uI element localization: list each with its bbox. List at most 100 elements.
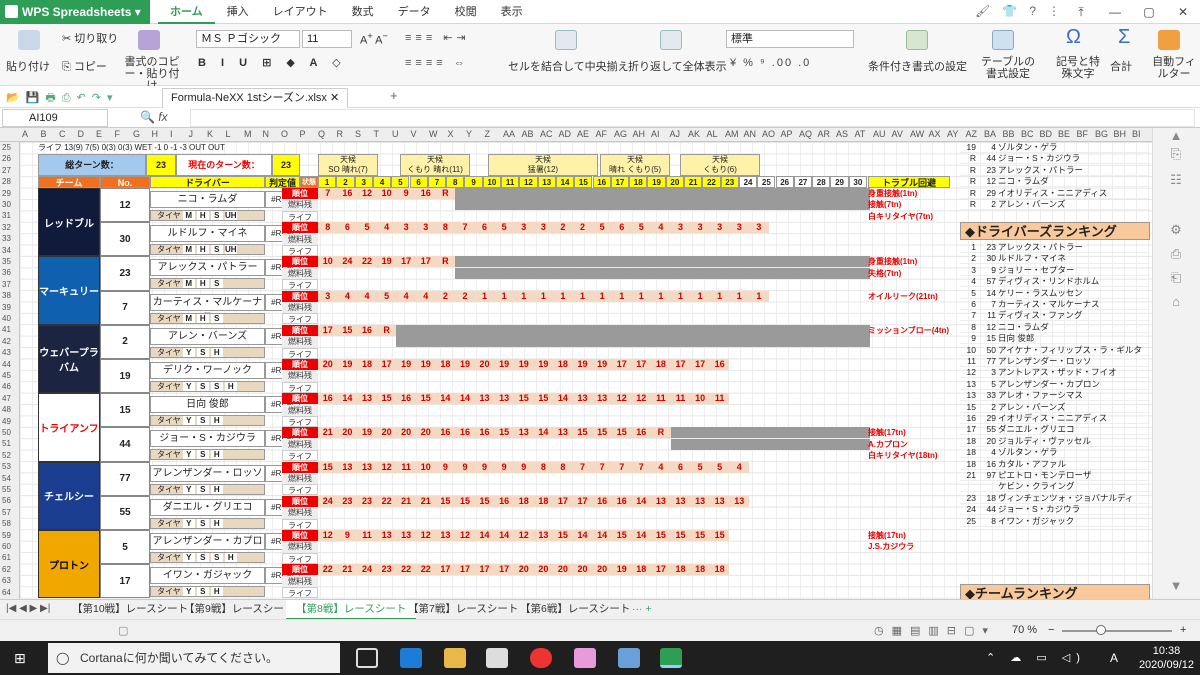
column-letter[interactable]: BF bbox=[1077, 129, 1089, 139]
cut-button[interactable]: ✂ 切り取り bbox=[62, 30, 118, 46]
menu-tab[interactable]: 表示 bbox=[489, 0, 535, 24]
column-letter[interactable]: P bbox=[300, 129, 306, 139]
column-letter[interactable]: AK bbox=[688, 129, 700, 139]
column-letter[interactable]: G bbox=[133, 129, 140, 139]
row-number[interactable]: 33 bbox=[2, 234, 11, 243]
notebook-icon[interactable] bbox=[618, 648, 640, 668]
row-number[interactable]: 40 bbox=[2, 314, 11, 323]
side-icon-3[interactable]: ⚙ bbox=[1165, 222, 1187, 242]
column-letter[interactable]: N bbox=[263, 129, 270, 139]
merge-button[interactable]: セルを結合して中央揃え bbox=[508, 58, 629, 74]
formula-input[interactable] bbox=[190, 109, 1195, 127]
sheet-nav-buttons[interactable]: |◀ ◀ ▶ ▶| bbox=[6, 603, 50, 614]
align-buttons-2[interactable]: ≡≡≡≡ ⇔ bbox=[405, 57, 469, 69]
column-letter[interactable]: J bbox=[189, 129, 194, 139]
row-number[interactable]: 25 bbox=[2, 143, 11, 152]
row-number[interactable]: 27 bbox=[2, 166, 11, 175]
column-letter[interactable]: B bbox=[41, 129, 47, 139]
scroll-down-icon[interactable]: ▼ bbox=[1165, 578, 1187, 598]
row-number[interactable]: 50 bbox=[2, 428, 11, 437]
row-number[interactable]: 45 bbox=[2, 371, 11, 380]
column-letter[interactable]: AA bbox=[503, 129, 515, 139]
menu-tab[interactable]: レイアウト bbox=[261, 0, 340, 24]
row-number[interactable]: 53 bbox=[2, 462, 11, 471]
row-number[interactable]: 42 bbox=[2, 337, 11, 346]
cortana-search[interactable]: ◯ Cortanaに何か聞いてみてください。 bbox=[48, 643, 340, 673]
ime-indicator[interactable]: A bbox=[1110, 651, 1118, 665]
column-letter[interactable]: D bbox=[78, 129, 85, 139]
column-letter[interactable]: AO bbox=[762, 129, 775, 139]
column-letter[interactable]: X bbox=[448, 129, 454, 139]
column-letter[interactable]: BC bbox=[1021, 129, 1034, 139]
wps-spreadsheets-icon[interactable] bbox=[660, 648, 682, 668]
row-number[interactable]: 48 bbox=[2, 405, 11, 414]
row-number[interactable]: 41 bbox=[2, 325, 11, 334]
formula-icons[interactable]: 🔍 fx bbox=[140, 110, 168, 124]
conditional-format-icon[interactable] bbox=[906, 30, 928, 50]
row-number[interactable]: 55 bbox=[2, 485, 11, 494]
more-tabs-button[interactable]: ··· + bbox=[622, 600, 662, 620]
row-number[interactable]: 62 bbox=[2, 565, 11, 574]
column-letter[interactable]: AM bbox=[725, 129, 739, 139]
row-number[interactable]: 35 bbox=[2, 257, 11, 266]
sheet-grid[interactable]: ライフ 13(9) 7(5) 0(3) 0(3) WET -1 0 -1 -3 … bbox=[20, 142, 1152, 599]
column-letter[interactable]: S bbox=[355, 129, 361, 139]
column-letter[interactable]: L bbox=[226, 129, 231, 139]
column-letter[interactable]: AJ bbox=[670, 129, 681, 139]
sheet-tab[interactable]: 【第7戦】レースシート bbox=[398, 600, 528, 620]
row-number[interactable]: 44 bbox=[2, 360, 11, 369]
close-file-icon[interactable]: ✕ bbox=[330, 92, 339, 104]
row-number[interactable]: 28 bbox=[2, 177, 11, 186]
side-icon-2[interactable]: ☷ bbox=[1165, 172, 1187, 192]
conditional-format-button[interactable]: 条件付き書式の設定 bbox=[868, 58, 967, 74]
column-letter[interactable]: AU bbox=[873, 129, 886, 139]
menu-tab[interactable]: ホーム bbox=[158, 0, 215, 24]
edge-icon[interactable] bbox=[400, 648, 422, 668]
column-letter[interactable]: AN bbox=[744, 129, 757, 139]
file-explorer-icon[interactable] bbox=[444, 648, 466, 668]
column-letter[interactable]: AF bbox=[596, 129, 608, 139]
row-number[interactable]: 46 bbox=[2, 382, 11, 391]
paste-button[interactable]: 貼り付け bbox=[6, 58, 50, 74]
row-number[interactable]: 47 bbox=[2, 394, 11, 403]
column-letter[interactable]: BG bbox=[1095, 129, 1108, 139]
row-number[interactable]: 43 bbox=[2, 348, 11, 357]
new-tab-button[interactable]: + bbox=[390, 88, 398, 103]
column-letter[interactable]: AB bbox=[522, 129, 534, 139]
tray-icons[interactable]: ⌃ ☁ ▭ ◁) bbox=[986, 651, 1086, 664]
row-number[interactable]: 60 bbox=[2, 542, 11, 551]
column-letter[interactable]: AP bbox=[781, 129, 793, 139]
row-number[interactable]: 63 bbox=[2, 576, 11, 585]
column-letter[interactable]: AS bbox=[836, 129, 848, 139]
column-letter[interactable]: C bbox=[59, 129, 66, 139]
maximize-button[interactable]: ▢ bbox=[1132, 0, 1166, 24]
column-letter[interactable]: BA bbox=[984, 129, 996, 139]
column-letter[interactable]: AG bbox=[614, 129, 627, 139]
view-buttons[interactable]: ◷▦▤▥⊟▢▾ bbox=[874, 624, 996, 637]
file-tab[interactable]: Formula-NeXX 1stシーズン.xlsx ✕ bbox=[162, 88, 349, 108]
table-style-icon[interactable] bbox=[992, 30, 1014, 50]
column-letter[interactable]: AZ bbox=[966, 129, 978, 139]
row-number[interactable]: 51 bbox=[2, 439, 11, 448]
column-letter[interactable]: U bbox=[392, 129, 399, 139]
scroll-up-icon[interactable]: ▲ bbox=[1165, 128, 1187, 148]
paint-icon[interactable] bbox=[574, 648, 596, 668]
windows-start-icon[interactable]: ⊞ bbox=[14, 650, 26, 667]
menu-tab[interactable]: 数式 bbox=[340, 0, 386, 24]
column-letter[interactable]: AX bbox=[929, 129, 941, 139]
menu-tab[interactable]: 校閲 bbox=[443, 0, 489, 24]
column-letter[interactable]: BE bbox=[1058, 129, 1070, 139]
clock[interactable]: 10:38 2020/09/12 bbox=[1139, 644, 1194, 672]
column-letter[interactable]: F bbox=[115, 129, 121, 139]
column-letter[interactable]: BB bbox=[1003, 129, 1015, 139]
row-number[interactable]: 56 bbox=[2, 496, 11, 505]
row-number[interactable]: 54 bbox=[2, 474, 11, 483]
column-letter[interactable]: AT bbox=[855, 129, 866, 139]
more-icon[interactable]: ⋮ bbox=[1048, 4, 1060, 18]
close-button[interactable]: ✕ bbox=[1166, 0, 1200, 24]
column-letter[interactable]: BD bbox=[1040, 129, 1053, 139]
column-letter[interactable]: Q bbox=[318, 129, 325, 139]
align-buttons[interactable]: ≡≡≡ ⇤⇥ bbox=[405, 31, 470, 44]
number-buttons[interactable]: ¥ % ⁹ .00 .0 bbox=[730, 57, 811, 69]
number-format-select[interactable]: 標準 bbox=[726, 30, 854, 48]
